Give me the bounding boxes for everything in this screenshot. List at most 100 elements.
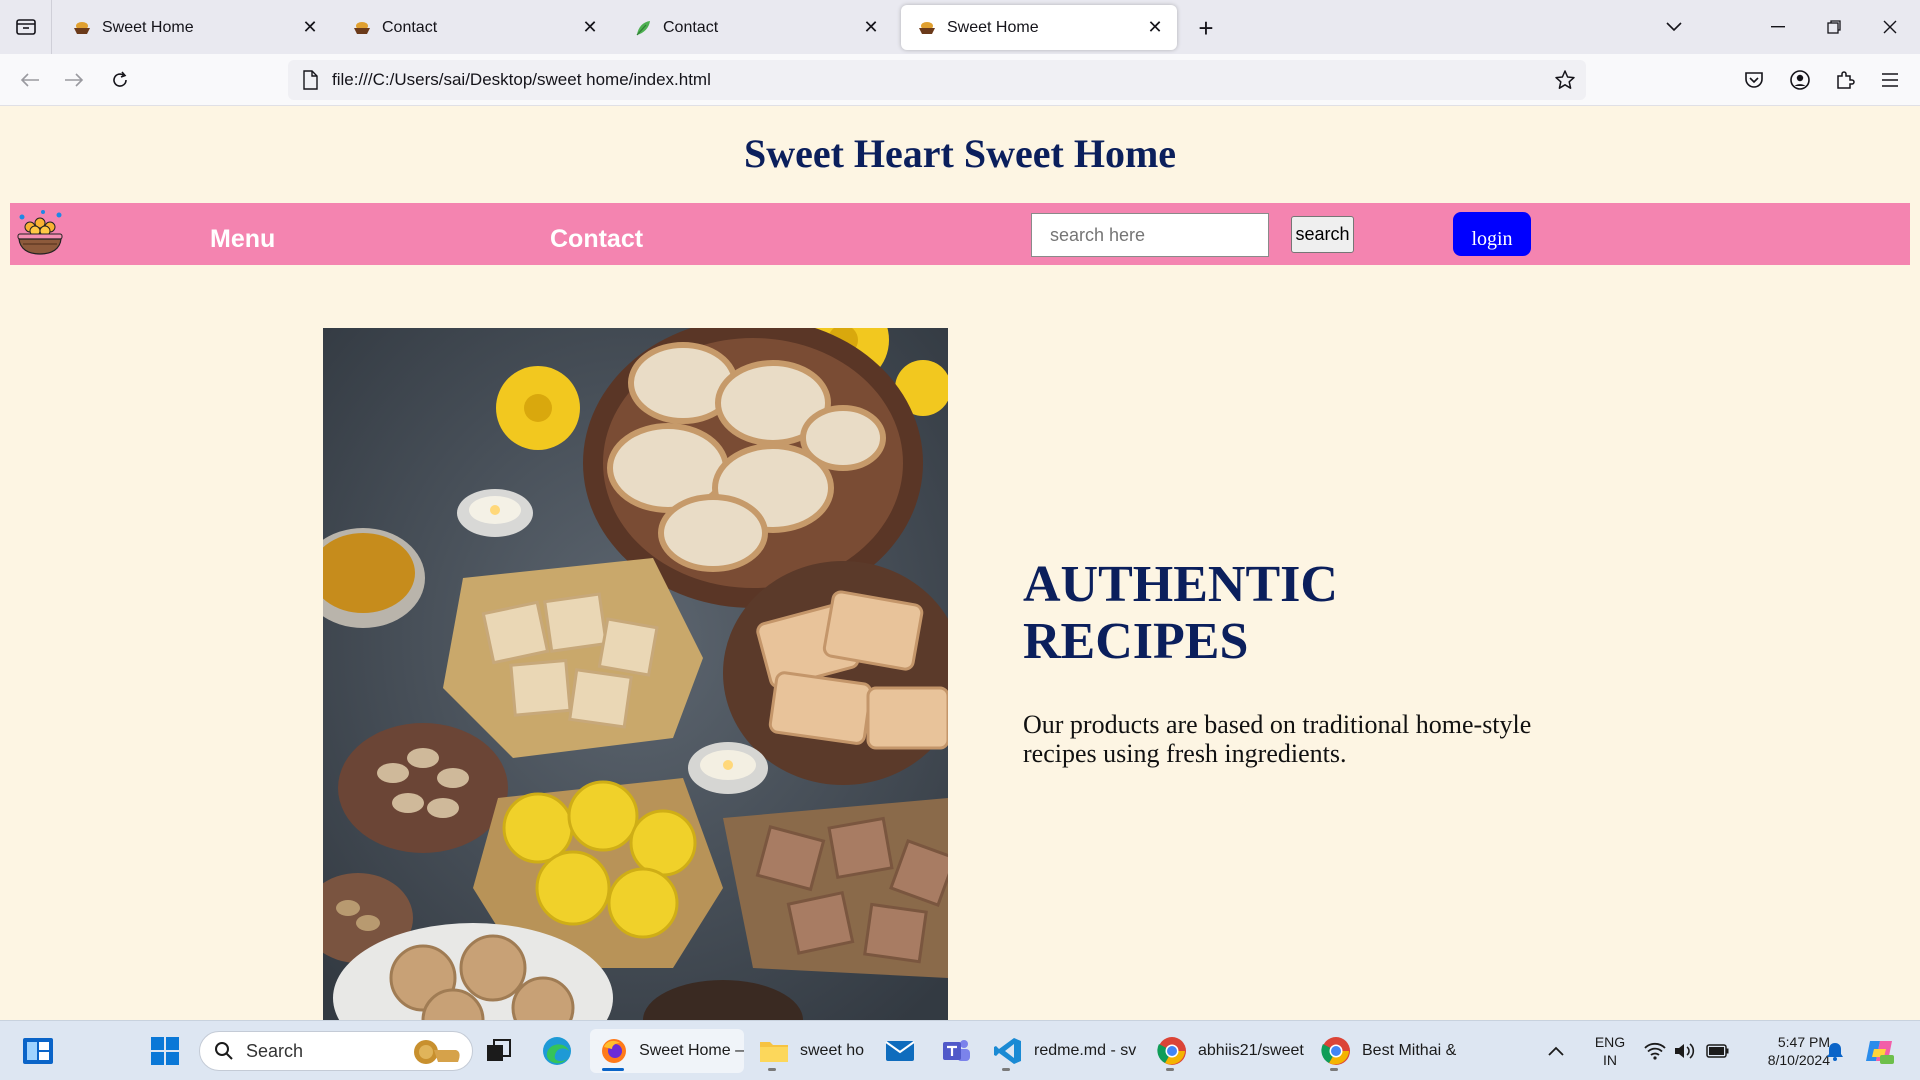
- app-menu-button[interactable]: [1874, 64, 1906, 96]
- region-code: IN: [1603, 1052, 1617, 1068]
- url-text: file:///C:/Users/sai/Desktop/sweet home/…: [332, 70, 711, 89]
- back-button[interactable]: [14, 64, 46, 96]
- browser-tab-active[interactable]: Sweet Home ✕: [901, 5, 1177, 50]
- plus-icon: +: [1198, 12, 1214, 43]
- tab-title: Contact: [382, 18, 438, 36]
- search-input[interactable]: [1031, 213, 1269, 257]
- start-button[interactable]: [150, 1029, 180, 1073]
- clock-time: 5:47 PM: [1777, 1034, 1830, 1050]
- taskbar-app-label: Sweet Home –: [639, 1042, 744, 1059]
- copilot-icon: [1866, 1041, 1894, 1064]
- sweets-bowl-icon: [72, 18, 92, 38]
- tab-title: Sweet Home: [947, 18, 1039, 36]
- show-hidden-icons-button[interactable]: [1548, 1029, 1564, 1073]
- tab-list-icon: [15, 19, 36, 35]
- account-icon: [1790, 70, 1810, 90]
- close-icon[interactable]: ✕: [300, 17, 320, 38]
- chevron-down-icon: [1666, 22, 1682, 32]
- folder-icon: [758, 1035, 790, 1067]
- sweets-bowl-logo-icon[interactable]: [14, 209, 66, 259]
- account-button[interactable]: [1784, 64, 1816, 96]
- hero-description: Our products are based on traditional ho…: [1023, 710, 1532, 768]
- tab-overflow-button[interactable]: [1646, 0, 1702, 54]
- hero-heading: AUTHENTIC RECIPES: [1023, 556, 1523, 670]
- page-icon: [303, 70, 318, 90]
- wifi-icon: [1644, 1042, 1666, 1060]
- nav-link-menu[interactable]: Menu: [210, 225, 275, 254]
- taskbar-app-label: Best Mithai &: [1362, 1042, 1457, 1059]
- taskbar-app-label: redme.md - sv: [1034, 1042, 1137, 1059]
- puzzle-icon: [1837, 71, 1855, 89]
- active-indicator: [602, 1068, 624, 1071]
- taskbar-app-chrome-2[interactable]: Best Mithai &: [1320, 1029, 1456, 1073]
- hamburger-menu-icon: [1882, 73, 1898, 87]
- close-icon[interactable]: ✕: [1145, 17, 1165, 38]
- nav-link-contact[interactable]: Contact: [550, 225, 643, 254]
- close-icon[interactable]: ✕: [861, 17, 881, 38]
- browser-toolbar: file:///C:/Users/sai/Desktop/sweet home/…: [0, 54, 1920, 106]
- search-icon: [215, 1042, 233, 1060]
- pocket-button[interactable]: [1738, 64, 1770, 96]
- clock[interactable]: 5:47 PM 8/10/2024: [1740, 1033, 1830, 1069]
- tab-bar: Sweet Home ✕ Contact ✕ Contact ✕ Sweet H…: [0, 0, 1920, 54]
- copilot-button[interactable]: [1864, 1029, 1896, 1073]
- login-button[interactable]: login: [1453, 212, 1531, 256]
- taskbar-app-mail[interactable]: [884, 1029, 926, 1073]
- volume-button[interactable]: [1674, 1029, 1696, 1073]
- chrome-icon: [1156, 1035, 1188, 1067]
- restore-icon: [1827, 20, 1841, 34]
- tab-title: Contact: [663, 18, 719, 36]
- restore-button[interactable]: [1806, 0, 1862, 54]
- taskbar-app-firefox[interactable]: Sweet Home –: [590, 1029, 744, 1073]
- new-tab-button[interactable]: +: [1192, 12, 1220, 43]
- taskbar-app-explorer[interactable]: sweet ho: [758, 1029, 864, 1073]
- browser-tab[interactable]: Contact ✕: [336, 5, 612, 50]
- running-indicator: [768, 1068, 776, 1071]
- close-window-button[interactable]: [1862, 0, 1918, 54]
- taskbar-app-label: abhiis21/sweet: [1198, 1042, 1304, 1059]
- close-icon: [1883, 20, 1897, 34]
- sweets-bowl-icon: [917, 18, 937, 38]
- browser-tab[interactable]: Sweet Home ✕: [56, 5, 332, 50]
- vscode-icon: [992, 1035, 1024, 1067]
- taskbar-app-vscode[interactable]: redme.md - sv: [992, 1029, 1136, 1073]
- windows-start-icon: [151, 1037, 179, 1065]
- teams-icon: [940, 1035, 972, 1067]
- battery-charging-icon: [1706, 1044, 1729, 1058]
- reload-button[interactable]: [104, 64, 136, 96]
- browser-tab[interactable]: Contact ✕: [617, 5, 893, 50]
- chrome-icon: [1320, 1035, 1352, 1067]
- widgets-icon: [23, 1038, 53, 1064]
- language-code: ENG: [1594, 1034, 1626, 1050]
- taskbar-app-teams[interactable]: [940, 1029, 982, 1073]
- leaf-icon: [633, 18, 653, 38]
- forward-button[interactable]: [58, 64, 90, 96]
- notifications-button[interactable]: [1826, 1029, 1844, 1073]
- minimize-button[interactable]: [1750, 0, 1806, 54]
- running-indicator: [1166, 1068, 1174, 1071]
- language-indicator[interactable]: ENG IN: [1592, 1033, 1628, 1069]
- task-view-button[interactable]: [486, 1029, 512, 1073]
- search-button[interactable]: search: [1291, 216, 1354, 253]
- tab-list-button[interactable]: [0, 0, 52, 54]
- taskbar-app-chrome-1[interactable]: abhiis21/sweet: [1156, 1029, 1304, 1073]
- bookmark-star-icon[interactable]: [1554, 69, 1576, 91]
- url-bar[interactable]: file:///C:/Users/sai/Desktop/sweet home/…: [288, 60, 1586, 100]
- clock-date: 8/10/2024: [1767, 1052, 1830, 1068]
- extensions-button[interactable]: [1829, 64, 1861, 96]
- reload-icon: [113, 71, 127, 87]
- pocket-icon: [1745, 72, 1763, 88]
- widgets-button[interactable]: [22, 1029, 54, 1073]
- edge-icon: [543, 1037, 571, 1065]
- task-view-icon: [487, 1039, 511, 1061]
- taskbar-search[interactable]: Search: [199, 1031, 473, 1071]
- battery-button[interactable]: [1706, 1029, 1730, 1073]
- network-button[interactable]: [1644, 1029, 1666, 1073]
- close-icon[interactable]: ✕: [580, 17, 600, 38]
- windows-taskbar: Search Sweet Home – sweet ho redme.md - …: [0, 1020, 1920, 1080]
- lion-search-highlight-icon: [414, 1040, 460, 1064]
- running-indicator: [1002, 1068, 1010, 1071]
- firefox-icon: [598, 1035, 629, 1067]
- edge-app[interactable]: [541, 1029, 573, 1073]
- speaker-icon: [1675, 1043, 1695, 1059]
